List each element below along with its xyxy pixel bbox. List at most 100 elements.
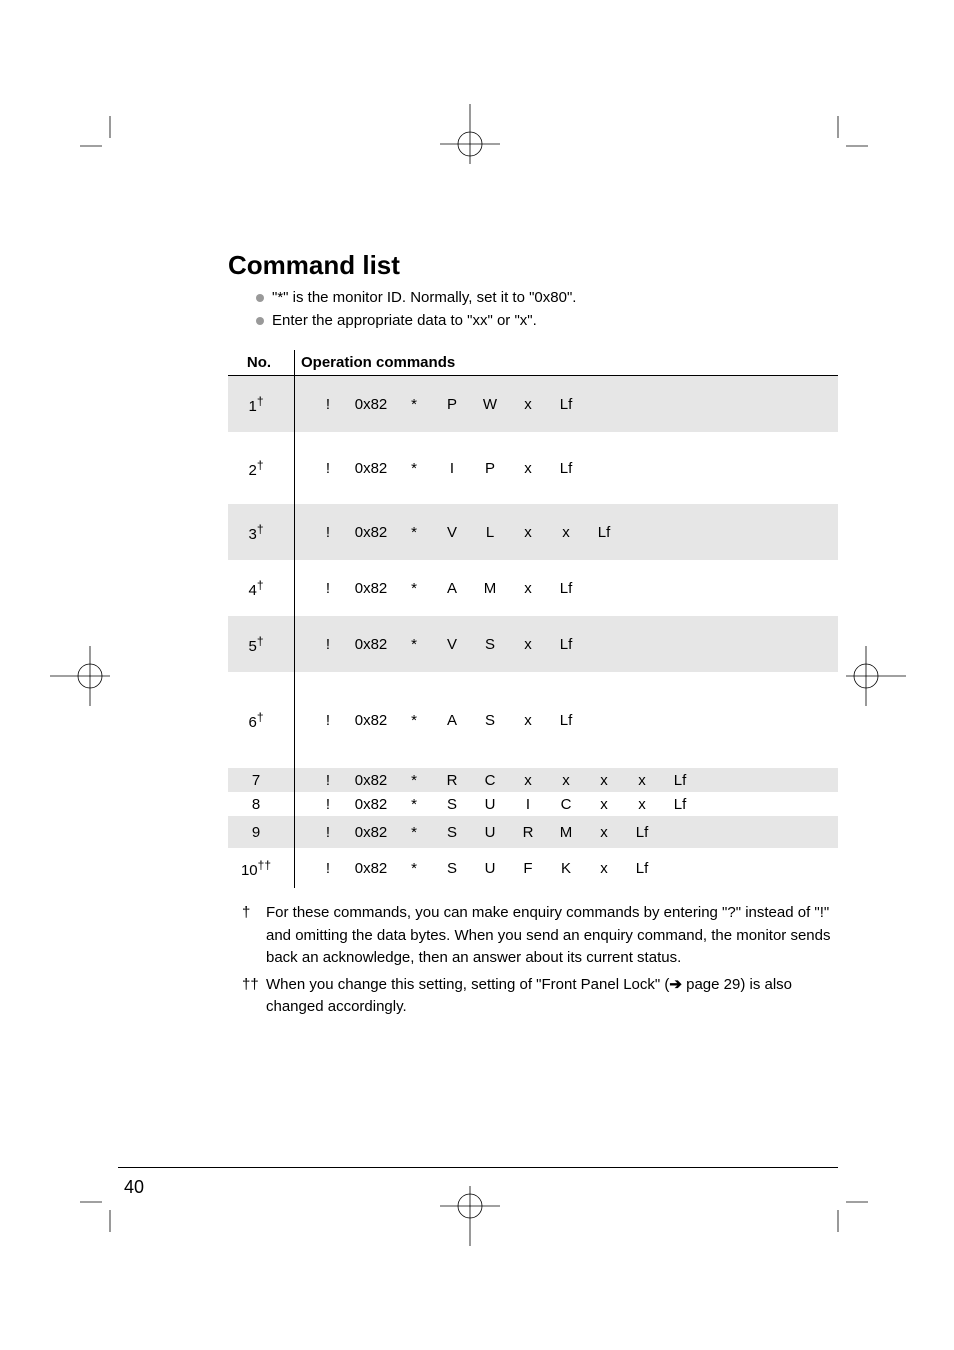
code-token: Lf [623, 860, 661, 877]
code-token: x [509, 396, 547, 413]
code-token: 0x82 [347, 772, 395, 789]
dagger-mark: † [257, 458, 264, 472]
code-token: x [585, 772, 623, 789]
code-token: I [433, 460, 471, 477]
row-codes: !0x82*ASxLf [295, 672, 839, 768]
code-token: 0x82 [347, 396, 395, 413]
cropmark-bottom-right [808, 1172, 868, 1232]
footnote: †† When you change this setting, setting… [242, 974, 838, 1019]
code-token: ! [309, 460, 347, 477]
code-token: 0x82 [347, 796, 395, 813]
code-token: ! [309, 772, 347, 789]
code-token: Lf [547, 460, 585, 477]
code-token: * [395, 460, 433, 477]
table-row: 10††!0x82*SUFKxLf [228, 848, 838, 888]
code-token: 0x82 [347, 524, 395, 541]
table-row: 2†!0x82*IPxLf [228, 432, 838, 504]
row-codes: !0x82*RCxxxxLf [295, 768, 839, 792]
row-codes: !0x82*VSxLf [295, 616, 839, 672]
footnote-text: When you change this setting, setting of… [266, 976, 792, 1016]
row-number: 1† [228, 376, 295, 433]
col-header-no: No. [228, 350, 295, 376]
code-token: ! [309, 524, 347, 541]
code-token: K [547, 860, 585, 877]
table-row: 4†!0x82*AMxLf [228, 560, 838, 616]
code-token: P [433, 396, 471, 413]
footnotes: † For these commands, you can make enqui… [242, 902, 838, 1019]
code-token: M [471, 580, 509, 597]
footnote-text: For these commands, you can make enquiry… [266, 904, 831, 966]
code-token: x [623, 772, 661, 789]
code-token: x [547, 772, 585, 789]
code-token: x [509, 772, 547, 789]
code-token: ! [309, 824, 347, 841]
code-token: ! [309, 712, 347, 729]
row-number: 4† [228, 560, 295, 616]
code-token: V [433, 636, 471, 653]
code-token: * [395, 860, 433, 877]
cropmark-left-center [50, 636, 130, 716]
table-row: 8!0x82*SUICxxLf [228, 792, 838, 816]
code-token: Lf [661, 772, 699, 789]
row-codes: !0x82*SURMxLf [295, 816, 839, 848]
code-token: x [585, 796, 623, 813]
cropmark-top-right [808, 116, 868, 176]
row-codes: !0x82*IPxLf [295, 432, 839, 504]
row-number: 7 [228, 768, 295, 792]
row-codes: !0x82*VLxxLf [295, 504, 839, 560]
code-token: x [509, 460, 547, 477]
code-token: V [433, 524, 471, 541]
code-token: F [509, 860, 547, 877]
code-token: Lf [547, 636, 585, 653]
code-token: U [471, 860, 509, 877]
row-codes: !0x82*SUICxxLf [295, 792, 839, 816]
row-number: 3† [228, 504, 295, 560]
page-footer-rule [118, 1167, 838, 1168]
row-codes: !0x82*PWxLf [295, 376, 839, 433]
bullet-item: "*" is the monitor ID. Normally, set it … [256, 287, 838, 310]
dagger-mark: † [257, 394, 264, 408]
code-token: * [395, 824, 433, 841]
bullet-text: Enter the appropriate data to "xx" or "x… [272, 312, 537, 329]
code-token: 0x82 [347, 636, 395, 653]
code-token: A [433, 712, 471, 729]
code-token: 0x82 [347, 860, 395, 877]
bullet-item: Enter the appropriate data to "xx" or "x… [256, 310, 838, 333]
table-row: 1†!0x82*PWxLf [228, 376, 838, 433]
code-token: L [471, 524, 509, 541]
code-token: R [509, 824, 547, 841]
code-token: * [395, 396, 433, 413]
footnote-mark: † [242, 902, 250, 925]
code-token: * [395, 712, 433, 729]
dagger-mark: † [257, 522, 264, 536]
page-number: 40 [124, 1177, 144, 1198]
code-token: * [395, 524, 433, 541]
code-token: C [471, 772, 509, 789]
command-table-wrap: No. Operation commands 1†!0x82*PWxLf2†!0… [228, 350, 838, 888]
cropmark-right-center [826, 636, 906, 716]
code-token: M [547, 824, 585, 841]
code-token: Lf [547, 580, 585, 597]
code-token: ! [309, 636, 347, 653]
code-token: 0x82 [347, 460, 395, 477]
command-table: No. Operation commands 1†!0x82*PWxLf2†!0… [228, 350, 838, 888]
dagger-mark: † [257, 710, 264, 724]
code-token: S [433, 796, 471, 813]
row-number: 2† [228, 432, 295, 504]
code-token: ! [309, 860, 347, 877]
dagger-mark: † [257, 578, 264, 592]
code-token: W [471, 396, 509, 413]
code-token: ! [309, 396, 347, 413]
code-token: x [623, 796, 661, 813]
code-token: Lf [547, 396, 585, 413]
footnote: † For these commands, you can make enqui… [242, 902, 838, 970]
bullet-text: "*" is the monitor ID. Normally, set it … [272, 289, 576, 306]
code-token: * [395, 772, 433, 789]
code-token: Lf [661, 796, 699, 813]
code-token: ! [309, 580, 347, 597]
code-token: Lf [585, 524, 623, 541]
footnote-mark: †† [242, 974, 259, 997]
code-token: x [547, 524, 585, 541]
code-token: A [433, 580, 471, 597]
table-row: 5†!0x82*VSxLf [228, 616, 838, 672]
